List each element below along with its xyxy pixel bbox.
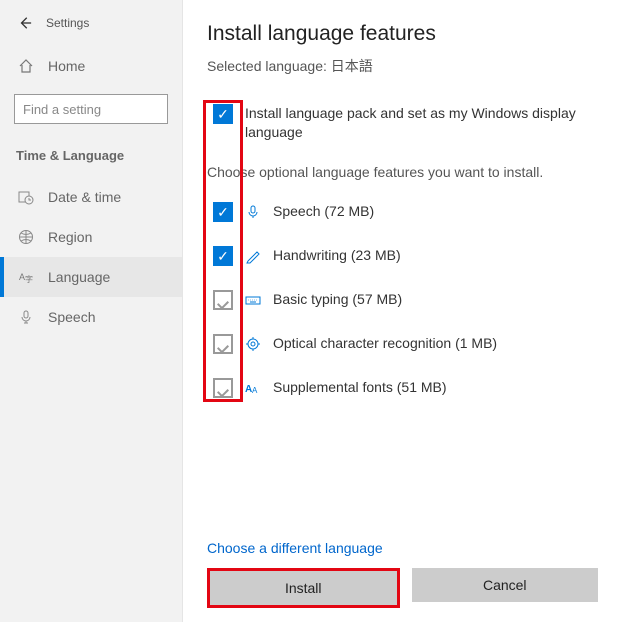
checkbox-basic-typing[interactable] [213, 290, 233, 310]
features-block: ✓ Install language pack and set as my Wi… [207, 104, 598, 408]
feature-label: Optical character recognition (1 MB) [273, 334, 497, 353]
sidebar-item-language[interactable]: A字 Language [0, 257, 182, 297]
language-icon: A字 [18, 269, 34, 285]
sidebar-item-label: Date & time [48, 189, 121, 205]
checkbox-handwriting[interactable]: ✓ [213, 246, 233, 266]
handwriting-icon [245, 248, 261, 264]
main-panel: Install language features Selected langu… [183, 0, 622, 622]
sidebar-item-speech[interactable]: Speech [0, 297, 182, 337]
cancel-button[interactable]: Cancel [412, 568, 599, 602]
checkbox-speech[interactable]: ✓ [213, 202, 233, 222]
feature-row-fonts: AA Supplemental fonts (51 MB) [207, 378, 598, 400]
sidebar-home-label: Home [48, 58, 85, 74]
checkbox-fonts[interactable] [213, 378, 233, 398]
feature-row-handwriting: ✓ Handwriting (23 MB) [207, 246, 598, 268]
calendar-clock-icon [18, 189, 34, 205]
back-button[interactable] [18, 16, 32, 30]
checkbox-display-language[interactable]: ✓ [213, 104, 233, 124]
home-icon [18, 58, 34, 74]
sidebar: Settings Home Time & Language Date & tim… [0, 0, 183, 622]
sidebar-item-label: Region [48, 229, 92, 245]
svg-text:字: 字 [25, 274, 33, 284]
svg-text:A: A [252, 386, 258, 395]
microphone-icon [18, 309, 34, 325]
optional-features-desc: Choose optional language features you wa… [207, 164, 598, 180]
feature-row-ocr: Optical character recognition (1 MB) [207, 334, 598, 356]
feature-row-speech: ✓ Speech (72 MB) [207, 202, 598, 224]
highlight-install-button: Install [207, 568, 400, 608]
feature-label: Supplemental fonts (51 MB) [273, 378, 447, 397]
checkbox-ocr[interactable] [213, 334, 233, 354]
fonts-icon: AA [245, 380, 261, 396]
feature-label: Basic typing (57 MB) [273, 290, 402, 309]
features-list: ✓ Install language pack and set as my Wi… [207, 104, 598, 408]
sidebar-item-date-time[interactable]: Date & time [0, 177, 182, 217]
feature-row-display-language: ✓ Install language pack and set as my Wi… [207, 104, 598, 142]
choose-different-language-link[interactable]: Choose a different language [207, 540, 598, 556]
globe-icon [18, 229, 34, 245]
keyboard-icon [245, 292, 261, 308]
sidebar-item-label: Language [48, 269, 110, 285]
feature-row-basic-typing: Basic typing (57 MB) [207, 290, 598, 312]
feature-label: Handwriting (23 MB) [273, 246, 401, 265]
ocr-icon [245, 336, 261, 352]
sidebar-header: Settings [0, 10, 182, 48]
sidebar-home[interactable]: Home [0, 48, 182, 84]
page-subtitle: Selected language: 日本語 [207, 56, 598, 76]
speech-icon [245, 204, 261, 220]
feature-label: Speech (72 MB) [273, 202, 374, 221]
button-row: Install Cancel [207, 568, 598, 608]
search-input[interactable] [14, 94, 168, 124]
sidebar-item-region[interactable]: Region [0, 217, 182, 257]
sidebar-search [14, 94, 168, 124]
sidebar-title: Settings [46, 16, 89, 30]
sidebar-section-title: Time & Language [0, 142, 182, 177]
sidebar-item-label: Speech [48, 309, 95, 325]
page-title: Install language features [207, 22, 598, 46]
install-button[interactable]: Install [210, 571, 397, 605]
feature-label: Install language pack and set as my Wind… [245, 104, 598, 142]
